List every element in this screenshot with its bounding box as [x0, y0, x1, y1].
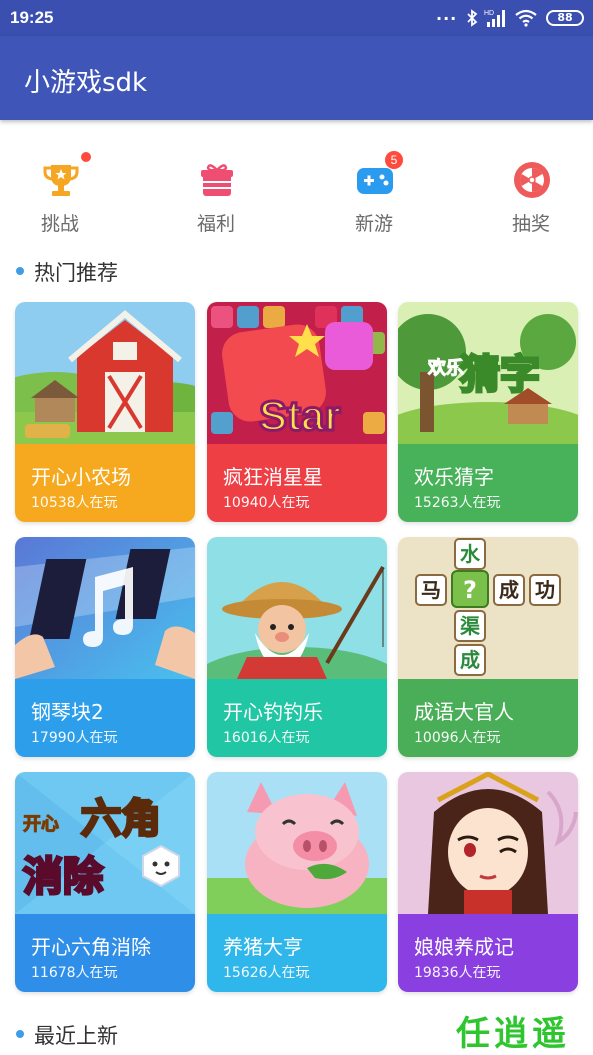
idiom-tile-3: 成	[499, 578, 519, 602]
nav-item-challenge[interactable]: 挑战	[5, 142, 115, 242]
player-count: 15626人在玩	[223, 965, 310, 981]
new-games-count-badge: 5	[385, 151, 403, 169]
app-bar: 小游戏sdk	[0, 36, 593, 120]
notification-dots: ...	[436, 5, 458, 24]
status-bar: 19:25 ... HD 88	[0, 0, 593, 36]
trophy-icon	[43, 165, 79, 196]
game-name: 养猪大亨	[223, 935, 303, 959]
hex-art-title-1: 六角	[81, 796, 161, 842]
hex-art-subtitle: 开心	[23, 814, 59, 835]
battery-indicator: 88	[546, 10, 584, 26]
word-guess-art-title: 猜字	[460, 352, 540, 398]
game-card-hexagon-elimination[interactable]: 开心 六角 消除 开心六角消除 11678人在玩	[15, 772, 195, 992]
nav-label-welfare: 福利	[196, 213, 235, 235]
idiom-tiles-art: 水 马 ? 成 功 渠 成	[398, 537, 578, 679]
star-art-text: Star	[259, 392, 341, 439]
app-title: 小游戏sdk	[24, 68, 148, 98]
player-count: 10096人在玩	[414, 730, 501, 746]
idiom-tile-2: 马	[421, 578, 441, 602]
piano-tiles-art	[15, 537, 195, 679]
game-card-happy-farm[interactable]: 开心小农场 10538人在玩	[15, 302, 195, 522]
game-card-crazy-stars[interactable]: Star 疯狂消星星 10940人在玩	[207, 302, 387, 522]
nav-label-new-games: 新游	[354, 213, 393, 235]
gift-icon	[201, 164, 233, 196]
card-info: 开心小农场 10538人在玩	[15, 444, 195, 522]
idiom-tile-1: 水	[460, 542, 481, 566]
word-guess-art: 欢乐 猜字	[398, 302, 578, 444]
quick-nav: 挑战 福利 5 新游 抽奖	[0, 142, 593, 242]
section-header-new: 最近上新	[16, 1020, 216, 1050]
game-card-piano-tiles[interactable]: 钢琴块2 17990人在玩	[15, 537, 195, 757]
player-count: 16016人在玩	[223, 730, 310, 746]
watermark-text: 任逍遥	[456, 1014, 570, 1054]
hex-art-title-2: 消除	[23, 854, 104, 900]
section-bullet	[16, 267, 24, 275]
idiom-tile-5: 渠	[460, 614, 481, 638]
pig-art	[207, 772, 387, 914]
word-guess-art-subtitle: 欢乐	[427, 358, 464, 379]
section-title-hot: 热门推荐	[34, 261, 118, 285]
game-card-pig-tycoon[interactable]: 养猪大亨 15626人在玩	[207, 772, 387, 992]
section-title-new: 最近上新	[34, 1024, 118, 1048]
player-count: 10538人在玩	[31, 495, 118, 511]
card-info: 钢琴块2 17990人在玩	[15, 679, 195, 757]
game-name: 钢琴块2	[31, 700, 104, 724]
nav-label-challenge: 挑战	[40, 213, 79, 235]
idiom-tile-question: ?	[463, 576, 477, 604]
idiom-tile-6: 成	[460, 648, 480, 672]
player-count: 19836人在玩	[414, 965, 501, 981]
idiom-tile-4: 功	[535, 578, 555, 602]
player-count: 15263人在玩	[414, 495, 501, 511]
player-count: 17990人在玩	[31, 730, 118, 746]
game-name: 欢乐猜字	[414, 465, 494, 489]
nav-item-welfare[interactable]: 福利	[161, 142, 271, 242]
section-bullet	[16, 1030, 24, 1038]
player-count: 11678人在玩	[31, 965, 118, 981]
game-name: 开心六角消除	[31, 935, 151, 959]
nav-item-new-games[interactable]: 5 新游	[319, 142, 429, 242]
card-info: 疯狂消星星 10940人在玩	[207, 444, 387, 522]
farm-barn-art	[15, 302, 195, 444]
card-info: 开心钓钓乐 16016人在玩	[207, 679, 387, 757]
game-name: 开心钓钓乐	[223, 700, 323, 724]
card-info: 开心六角消除 11678人在玩	[15, 914, 195, 992]
status-time: 19:25	[10, 8, 54, 27]
star-puzzle-art: Star	[207, 302, 387, 444]
lottery-wheel-icon	[514, 162, 550, 198]
signal-hd-label: HD	[484, 10, 494, 17]
game-card-empress-raising[interactable]: 娘娘养成记 19836人在玩	[398, 772, 578, 992]
game-name: 娘娘养成记	[414, 935, 514, 959]
card-info: 欢乐猜字 15263人在玩	[398, 444, 578, 522]
card-info: 娘娘养成记 19836人在玩	[398, 914, 578, 992]
game-name: 开心小农场	[31, 465, 131, 489]
empress-art	[398, 772, 578, 914]
fisherman-art	[207, 537, 387, 679]
player-count: 10940人在玩	[223, 495, 310, 511]
nav-label-lottery: 抽奖	[511, 213, 550, 235]
nav-item-lottery[interactable]: 抽奖	[476, 142, 586, 242]
card-info: 养猪大亨 15626人在玩	[207, 914, 387, 992]
card-info: 成语大官人 10096人在玩	[398, 679, 578, 757]
game-card-idiom-official[interactable]: 水 马 ? 成 功 渠 成 成语大官人 10096人在玩	[398, 537, 578, 757]
section-header-hot: 热门推荐	[16, 257, 216, 287]
game-card-word-guess[interactable]: 欢乐 猜字 欢乐猜字 15263人在玩	[398, 302, 578, 522]
game-card-happy-fishing[interactable]: 开心钓钓乐 16016人在玩	[207, 537, 387, 757]
bluetooth-icon	[467, 9, 478, 27]
game-name: 成语大官人	[414, 700, 514, 724]
signal-icon: HD	[484, 10, 505, 27]
challenge-notification-dot	[81, 152, 91, 162]
wifi-icon	[515, 9, 537, 27]
game-name: 疯狂消星星	[223, 465, 323, 489]
hexagon-elimination-art: 开心 六角 消除	[15, 772, 195, 914]
